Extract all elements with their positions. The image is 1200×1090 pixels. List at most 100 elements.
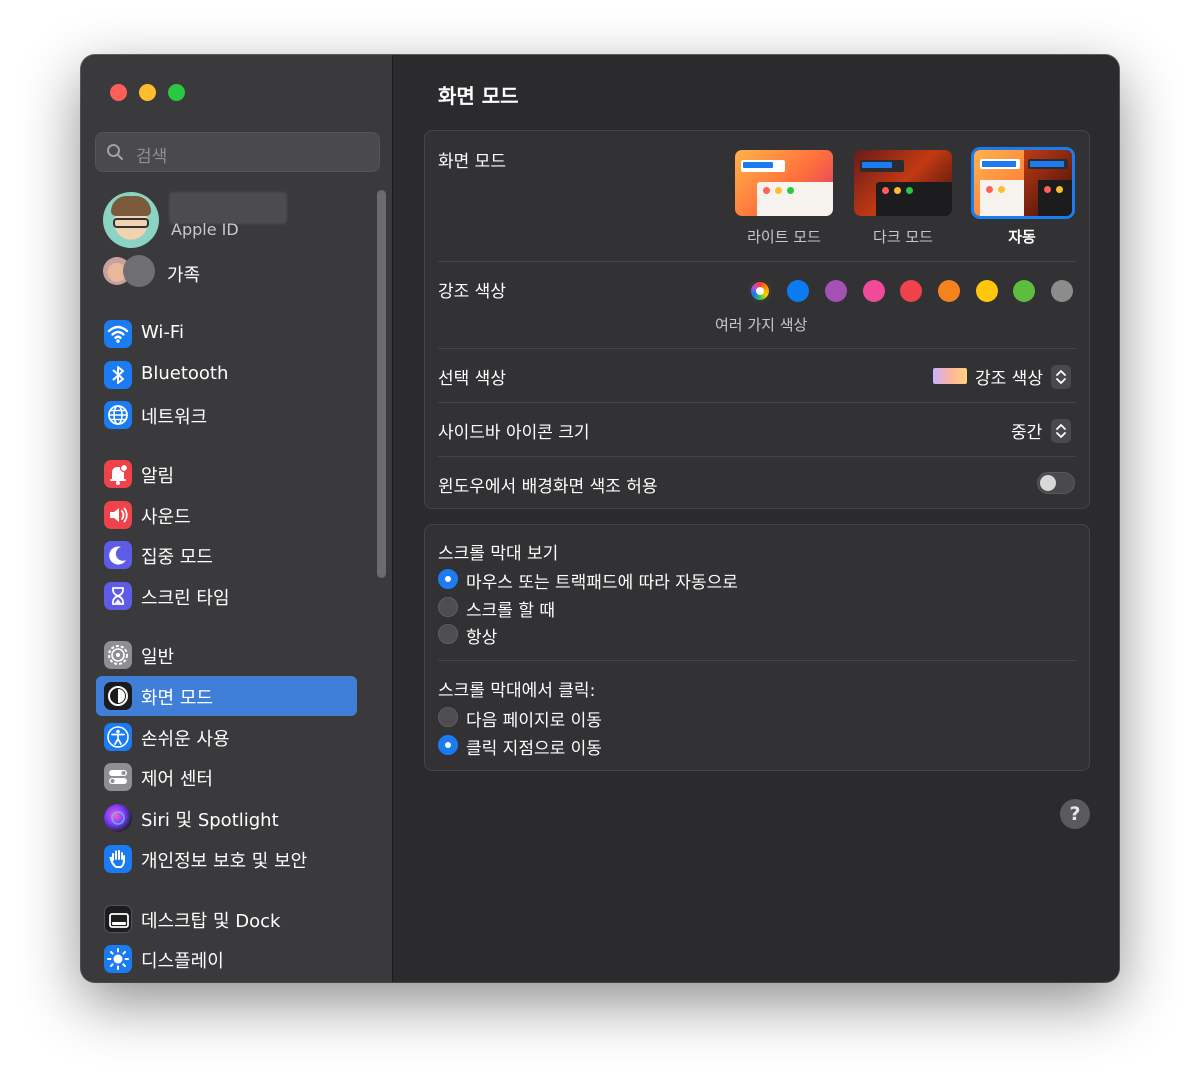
sidebar-item-label: 알림: [141, 466, 175, 487]
divider: [438, 456, 1076, 457]
wifi-icon: [104, 320, 132, 348]
bell-icon: [104, 460, 132, 488]
search-placeholder: 검색: [136, 147, 168, 167]
appearance-label: 화면 모드: [438, 152, 506, 172]
accent-multicolor-swatch[interactable]: [749, 280, 771, 302]
radio-label: 마우스 또는 트랙패드에 따라 자동으로: [466, 573, 738, 593]
highlight-color-label: 선택 색상: [438, 369, 506, 389]
show-scrollbars-label: 스크롤 막대 보기: [438, 544, 559, 564]
wallpaper-tinting-toggle[interactable]: [1037, 472, 1075, 494]
sidebar-item-network[interactable]: 네트워크: [96, 395, 357, 435]
dark-mode-thumbnail[interactable]: [854, 150, 952, 216]
radio-label: 항상: [466, 628, 498, 648]
chevron-updown-icon: [1056, 424, 1066, 438]
close-button[interactable]: [110, 84, 127, 101]
sidebar-item-notifications[interactable]: 알림: [96, 454, 357, 494]
sidebar-item-label: 디스플레이: [141, 951, 224, 972]
accent-caption: 여러 가지 색상: [715, 316, 808, 334]
accent-yellow-swatch[interactable]: [976, 280, 998, 302]
sidebar-item-label: 집중 모드: [141, 547, 213, 568]
sidebar-item-control-center[interactable]: 제어 센터: [96, 757, 357, 797]
accent-blue-swatch[interactable]: [787, 280, 809, 302]
siri-icon: [104, 804, 132, 832]
radio-scroll-when-scrolling[interactable]: 스크롤 할 때: [438, 595, 938, 621]
zoom-button[interactable]: [168, 84, 185, 101]
appearance-icon: [104, 682, 132, 710]
sidebar-item-label: Wi-Fi: [141, 322, 184, 343]
radio-label: 클릭 지점으로 이동: [466, 739, 602, 759]
sidebar-item-label: 네트워크: [141, 407, 208, 428]
sidebar-item-displays[interactable]: 디스플레이: [96, 939, 357, 979]
sidebar-item-privacy-security[interactable]: 개인정보 보호 및 보안: [96, 839, 357, 879]
sidebar-scrollbar[interactable]: [377, 190, 386, 578]
family-label: 가족: [167, 265, 201, 286]
highlight-color-stepper[interactable]: [1051, 365, 1071, 389]
dark-mode-caption: 다크 모드: [873, 228, 933, 246]
radio-click-next-page[interactable]: 다음 페이지로 이동: [438, 705, 938, 731]
sidebar-item-appearance[interactable]: 화면 모드: [96, 676, 357, 716]
sidebar-item-label: 데스크탑 및 Dock: [141, 911, 281, 932]
accent-red-swatch[interactable]: [900, 280, 922, 302]
apple-id-item[interactable]: Apple ID: [103, 190, 383, 250]
radio-label: 다음 페이지로 이동: [466, 711, 602, 731]
sidebar-item-label: 개인정보 보호 및 보안: [141, 851, 308, 872]
sidebar-item-label: 손쉬운 사용: [141, 729, 230, 750]
search-field[interactable]: 검색: [95, 132, 380, 172]
sidebar-item-sound[interactable]: 사운드: [96, 495, 357, 535]
accent-orange-swatch[interactable]: [938, 280, 960, 302]
sidebar-icon-size-value[interactable]: 중간: [1011, 418, 1042, 443]
accent-graphite-swatch[interactable]: [1051, 280, 1073, 302]
auto-mode-caption: 자동: [1008, 228, 1036, 246]
globe-icon: [104, 401, 132, 429]
sidebar-item-screen-time[interactable]: 스크린 타임: [96, 576, 357, 616]
light-mode-thumbnail[interactable]: [735, 150, 833, 216]
sidebar-item-siri-spotlight[interactable]: Siri 및 Spotlight: [96, 798, 357, 838]
search-icon: [107, 144, 123, 160]
sidebar-item-bluetooth[interactable]: Bluetooth: [96, 355, 357, 395]
radio-scroll-always[interactable]: 항상: [438, 622, 938, 648]
radio-button[interactable]: [438, 569, 458, 589]
sidebar-item-general[interactable]: 일반: [96, 635, 357, 675]
system-settings-window: 검색 Apple ID 가족 Wi-Fi Bluetooth 네트워크 알림 사…: [81, 55, 1119, 982]
minimize-button[interactable]: [139, 84, 156, 101]
sidebar-item-desktop-dock[interactable]: 데스크탑 및 Dock: [96, 899, 357, 939]
sidebar-item-accessibility[interactable]: 손쉬운 사용: [96, 717, 357, 757]
accent-purple-swatch[interactable]: [825, 280, 847, 302]
accent-green-swatch[interactable]: [1013, 280, 1035, 302]
chevron-updown-icon: [1056, 370, 1066, 384]
sidebar-item-focus[interactable]: 집중 모드: [96, 535, 357, 575]
sidebar-icon-size-label: 사이드바 아이콘 크기: [438, 423, 590, 443]
family-avatar: [123, 255, 155, 287]
sidebar-item-label: 사운드: [141, 507, 191, 528]
accessibility-icon: [104, 723, 132, 751]
scrollbar-settings-group: 스크롤 막대 보기 마우스 또는 트랙패드에 따라 자동으로 스크롤 할 때 항…: [424, 524, 1090, 771]
toggles-icon: [104, 763, 132, 791]
radio-label: 스크롤 할 때: [466, 601, 556, 621]
hourglass-icon: [104, 582, 132, 610]
sidebar-item-label: 일반: [141, 647, 175, 668]
appearance-settings-group: 화면 모드 라이트 모드 다크 모드 자동 강조 색상 여러 가지 색상 선택 …: [424, 130, 1090, 509]
speaker-icon: [104, 501, 132, 529]
avatar: [103, 192, 159, 248]
sidebar-item-label: 화면 모드: [141, 688, 213, 709]
radio-button[interactable]: [438, 597, 458, 617]
family-item[interactable]: 가족: [103, 255, 363, 289]
sidebar-icon-size-stepper[interactable]: [1051, 419, 1071, 443]
apple-id-label: Apple ID: [171, 220, 239, 239]
radio-click-spot[interactable]: 클릭 지점으로 이동: [438, 733, 938, 759]
sun-icon: [104, 945, 132, 973]
radio-scroll-auto[interactable]: 마우스 또는 트랙패드에 따라 자동으로: [438, 567, 938, 593]
divider: [438, 348, 1076, 349]
moon-icon: [104, 541, 132, 569]
auto-mode-thumbnail[interactable]: [971, 147, 1075, 219]
sidebar-item-wifi[interactable]: Wi-Fi: [96, 314, 357, 354]
sidebar-item-label: 제어 센터: [141, 769, 213, 790]
highlight-color-value[interactable]: 강조 색상: [975, 364, 1043, 389]
accent-pink-swatch[interactable]: [863, 280, 885, 302]
gear-icon: [104, 641, 132, 669]
radio-button[interactable]: [438, 624, 458, 644]
radio-button[interactable]: [438, 707, 458, 727]
divider: [438, 261, 1076, 262]
help-button[interactable]: ?: [1060, 799, 1090, 829]
radio-button[interactable]: [438, 735, 458, 755]
